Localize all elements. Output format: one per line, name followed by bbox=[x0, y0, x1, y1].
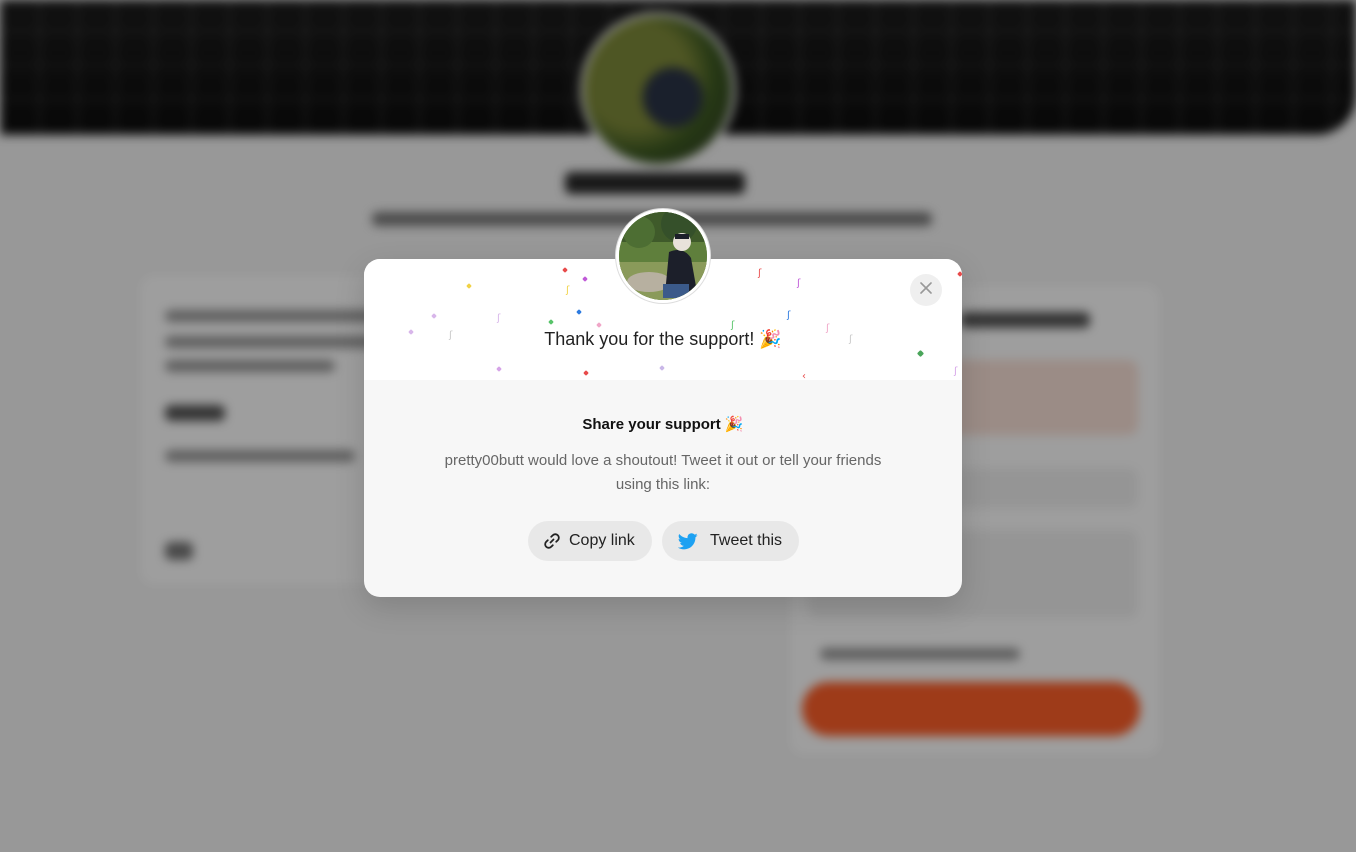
confetti-piece: ʃ bbox=[954, 366, 958, 377]
confetti-piece: ʃ bbox=[758, 268, 762, 279]
close-icon bbox=[920, 281, 932, 299]
confetti-piece bbox=[562, 267, 568, 273]
confetti-piece bbox=[957, 271, 962, 277]
confetti-piece bbox=[548, 319, 554, 325]
close-button[interactable] bbox=[910, 274, 942, 306]
thank-you-message: Thank you for the support! 🎉 bbox=[544, 329, 782, 349]
confetti-piece bbox=[582, 276, 588, 282]
confetti-piece bbox=[659, 365, 665, 371]
copy-link-label: Copy link bbox=[569, 532, 635, 549]
confetti-piece bbox=[431, 313, 437, 319]
tweet-button[interactable]: Tweet this bbox=[662, 521, 799, 561]
confetti-piece bbox=[576, 309, 582, 315]
confetti-piece: ʃ bbox=[797, 278, 801, 289]
supporter-avatar bbox=[616, 209, 710, 303]
confetti-piece bbox=[583, 370, 589, 376]
confetti-piece bbox=[916, 349, 925, 358]
confetti-piece: ʃ bbox=[566, 285, 570, 296]
share-title: Share your support 🎉 bbox=[582, 416, 744, 433]
confetti-piece bbox=[496, 366, 502, 372]
share-description: pretty00butt would love a shoutout! Twee… bbox=[444, 452, 882, 493]
confetti-piece bbox=[466, 283, 472, 289]
confetti-piece: ‹ bbox=[802, 371, 806, 381]
confetti-piece: ʃ bbox=[787, 310, 791, 321]
tweet-label: Tweet this bbox=[710, 532, 783, 549]
confetti-piece bbox=[596, 322, 602, 328]
confetti-piece: ʃ bbox=[497, 313, 501, 324]
link-icon bbox=[543, 532, 561, 550]
copy-link-button[interactable]: Copy link bbox=[528, 521, 652, 561]
twitter-icon bbox=[678, 532, 698, 550]
thank-you-modal: ʃ ʃ ʃ ʃ ʃ ʃ ʃ ʃ ʃ ‹ ʃ Thank you for the … bbox=[364, 209, 962, 597]
